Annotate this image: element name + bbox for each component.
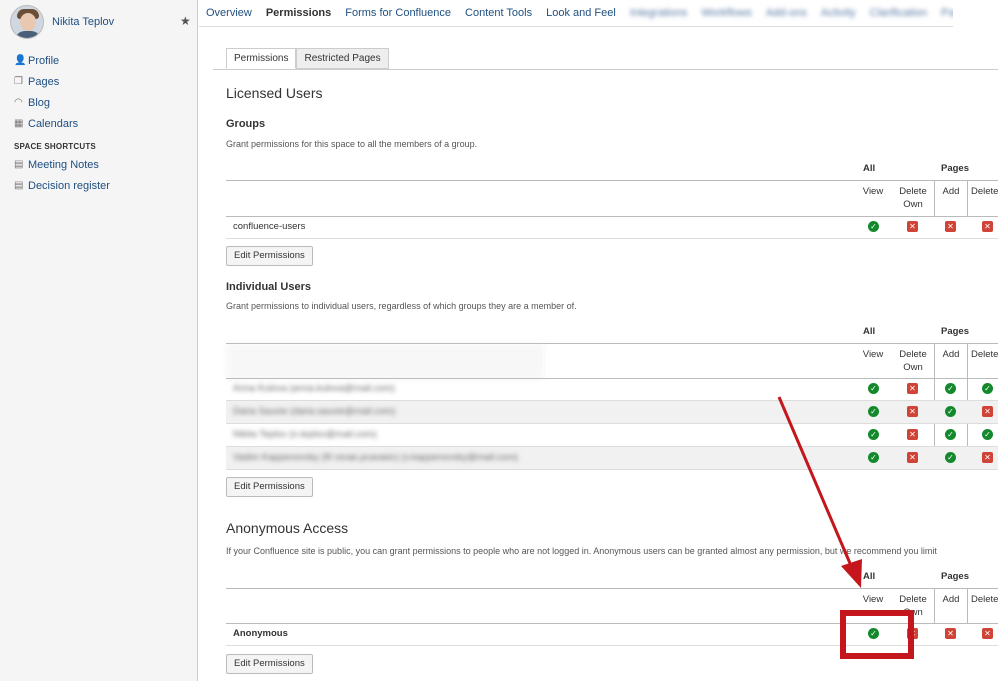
arrow-line xyxy=(777,396,854,569)
arrowhead-icon xyxy=(841,559,862,588)
annotation-arrow xyxy=(777,396,862,588)
annotation-highlight-box xyxy=(840,610,914,659)
